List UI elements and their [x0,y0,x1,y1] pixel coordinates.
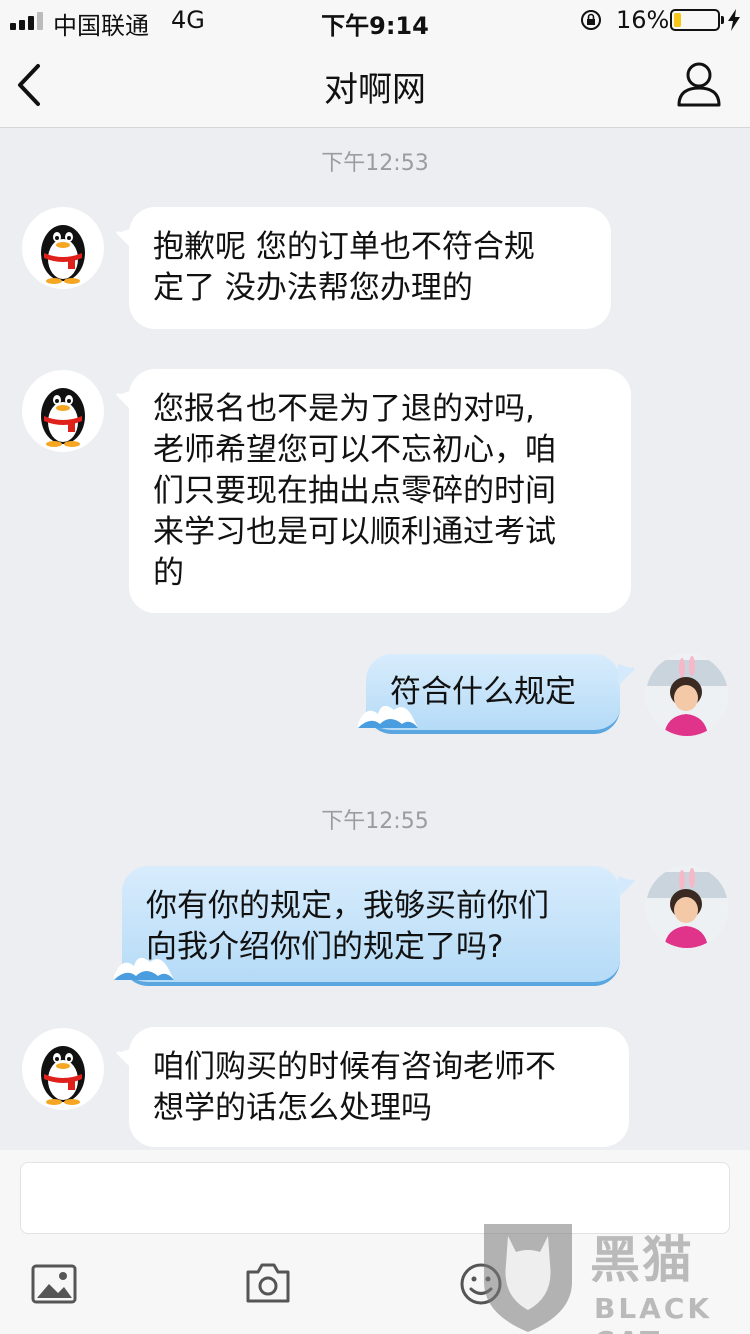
battery-icon [670,9,724,31]
chat-title: 对啊网 [324,70,426,110]
qq-penguin-avatar[interactable] [22,370,104,452]
watermark-chinese: 黑猫 [590,1231,694,1289]
message-timestamp: 下午12:53 [321,151,429,176]
black-cat-watermark: 黑猫 BLACK CAT [478,1218,750,1334]
penguin-icon [41,1046,85,1105]
battery-percent: 16% [616,6,670,34]
watermark-english: BLACK CAT [594,1292,713,1334]
message-line: 您报名也不是为了退的对吗, [153,391,535,427]
incoming-message-bubble[interactable]: 您报名也不是为了退的对吗, 老师希望您可以不忘初心，咱 们只要现在抽出点零碎的时… [129,369,631,613]
user-photo-avatar[interactable] [646,866,728,948]
wave-decoration-icon [358,705,418,728]
penguin-icon [41,388,85,447]
child-photo-icon [646,654,728,736]
rotation-lock-icon [581,10,601,30]
message-line: 咱们购买的时候有咨询老师不 [153,1049,556,1085]
message-line: 来学习也是可以顺利通过考试 [153,514,556,550]
message-line: 老师希望您可以不忘初心，咱 [153,432,556,468]
message-line: 符合什么规定 [390,674,576,710]
penguin-icon [41,225,85,284]
message-line: 你有你的规定，我够买前你们 [146,888,549,924]
charging-icon [728,9,740,31]
message-timestamp: 下午12:55 [321,809,429,834]
wave-decoration-icon [114,957,174,980]
qq-penguin-avatar[interactable] [22,1028,104,1110]
message-line: 定了 没办法帮您办理的 [153,270,473,306]
qq-penguin-avatar[interactable] [22,207,104,289]
incoming-message-bubble[interactable]: 抱歉呢 您的订单也不符合规 定了 没办法帮您办理的 [129,207,611,329]
chat-header: 对啊网 [0,40,750,128]
camera-icon[interactable] [245,1262,291,1304]
person-icon[interactable] [676,60,722,108]
outgoing-message-bubble[interactable]: 你有你的规定，我够买前你们 向我介绍你们的规定了吗? [122,866,620,986]
user-photo-avatar[interactable] [646,654,728,736]
status-bar: 中国联通 4G 下午9:14 16% [0,0,750,40]
message-line: 们只要现在抽出点零碎的时间 [153,473,556,509]
child-photo-icon [646,866,728,948]
black-cat-logo-icon [484,1224,572,1332]
message-line: 想学的话怎么处理吗 [153,1090,432,1126]
message-line: 抱歉呢 您的订单也不符合规 [153,229,535,265]
message-line: 的 [153,555,184,591]
message-line: 向我介绍你们的规定了吗? [146,929,504,965]
incoming-message-bubble[interactable]: 咱们购买的时候有咨询老师不 想学的话怎么处理吗 [129,1027,629,1147]
image-icon[interactable] [31,1264,77,1304]
battery-fill [674,13,681,27]
